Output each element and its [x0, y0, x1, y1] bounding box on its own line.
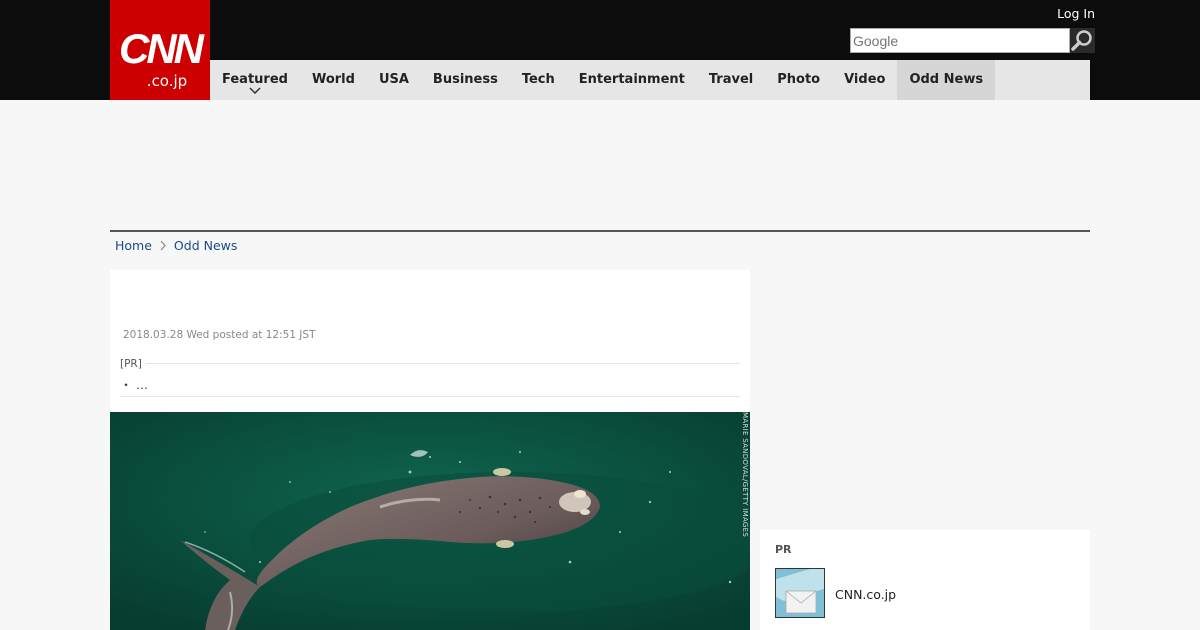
nav-featured-label: Featured [222, 72, 288, 87]
content-divider [110, 230, 1090, 232]
nav-odd-news[interactable]: Odd News [897, 60, 996, 100]
nav-world[interactable]: World [300, 60, 367, 100]
breadcrumb: Home Odd News [115, 238, 237, 253]
pr-links-box: [PR] ・… [120, 358, 740, 397]
nav-featured[interactable]: Featured [210, 60, 300, 100]
article-photo: MARIE SANDOVAL/GETTY IMAGES [110, 412, 750, 630]
nav-photo[interactable]: Photo [765, 60, 832, 100]
pr-link-row: ・… [120, 376, 148, 393]
cnn-logo[interactable]: CNN .co.jp [110, 0, 210, 100]
sidebar-pr-label: PR [775, 543, 792, 556]
article-card: 2018.03.28 Wed posted at 12:51 JST [PR] … [110, 270, 750, 630]
pr-bullet: ・ [120, 378, 133, 392]
nav-video[interactable]: Video [832, 60, 897, 100]
sidebar-pr-box: PR CNN.co.jp [760, 530, 1090, 630]
nav-usa[interactable]: USA [367, 60, 421, 100]
chevron-down-icon [249, 87, 261, 95]
envelope-icon [776, 569, 824, 617]
photo-credit: MARIE SANDOVAL/GETTY IMAGES [741, 412, 749, 538]
nav-travel[interactable]: Travel [697, 60, 765, 100]
sidebar-pr-site[interactable]: CNN.co.jp [835, 587, 896, 602]
search-input[interactable] [850, 28, 1070, 53]
nav-tech[interactable]: Tech [510, 60, 567, 100]
sidebar-pr-thumbnail[interactable] [775, 568, 825, 618]
chevron-right-icon [160, 240, 166, 251]
nav-entertainment[interactable]: Entertainment [567, 60, 697, 100]
pr-link[interactable]: … [136, 378, 148, 392]
top-bar: CNN .co.jp Log In Featured World USA Bus… [0, 0, 1200, 100]
breadcrumb-home[interactable]: Home [115, 238, 152, 253]
logo-sub-text: .co.jp [146, 72, 188, 90]
nav-business[interactable]: Business [421, 60, 510, 100]
magnifier-icon [1071, 30, 1092, 51]
login-link[interactable]: Log In [1000, 6, 1095, 21]
whale-photo-image [110, 412, 750, 630]
main-nav: Featured World USA Business Tech Enterta… [210, 60, 1090, 100]
article-date: 2018.03.28 Wed posted at 12:51 JST [123, 329, 316, 341]
search-button[interactable] [1070, 28, 1095, 53]
logo-main-text: CNN [119, 25, 204, 72]
breadcrumb-odd-news[interactable]: Odd News [174, 238, 237, 253]
pr-tag: [PR] [120, 358, 146, 370]
